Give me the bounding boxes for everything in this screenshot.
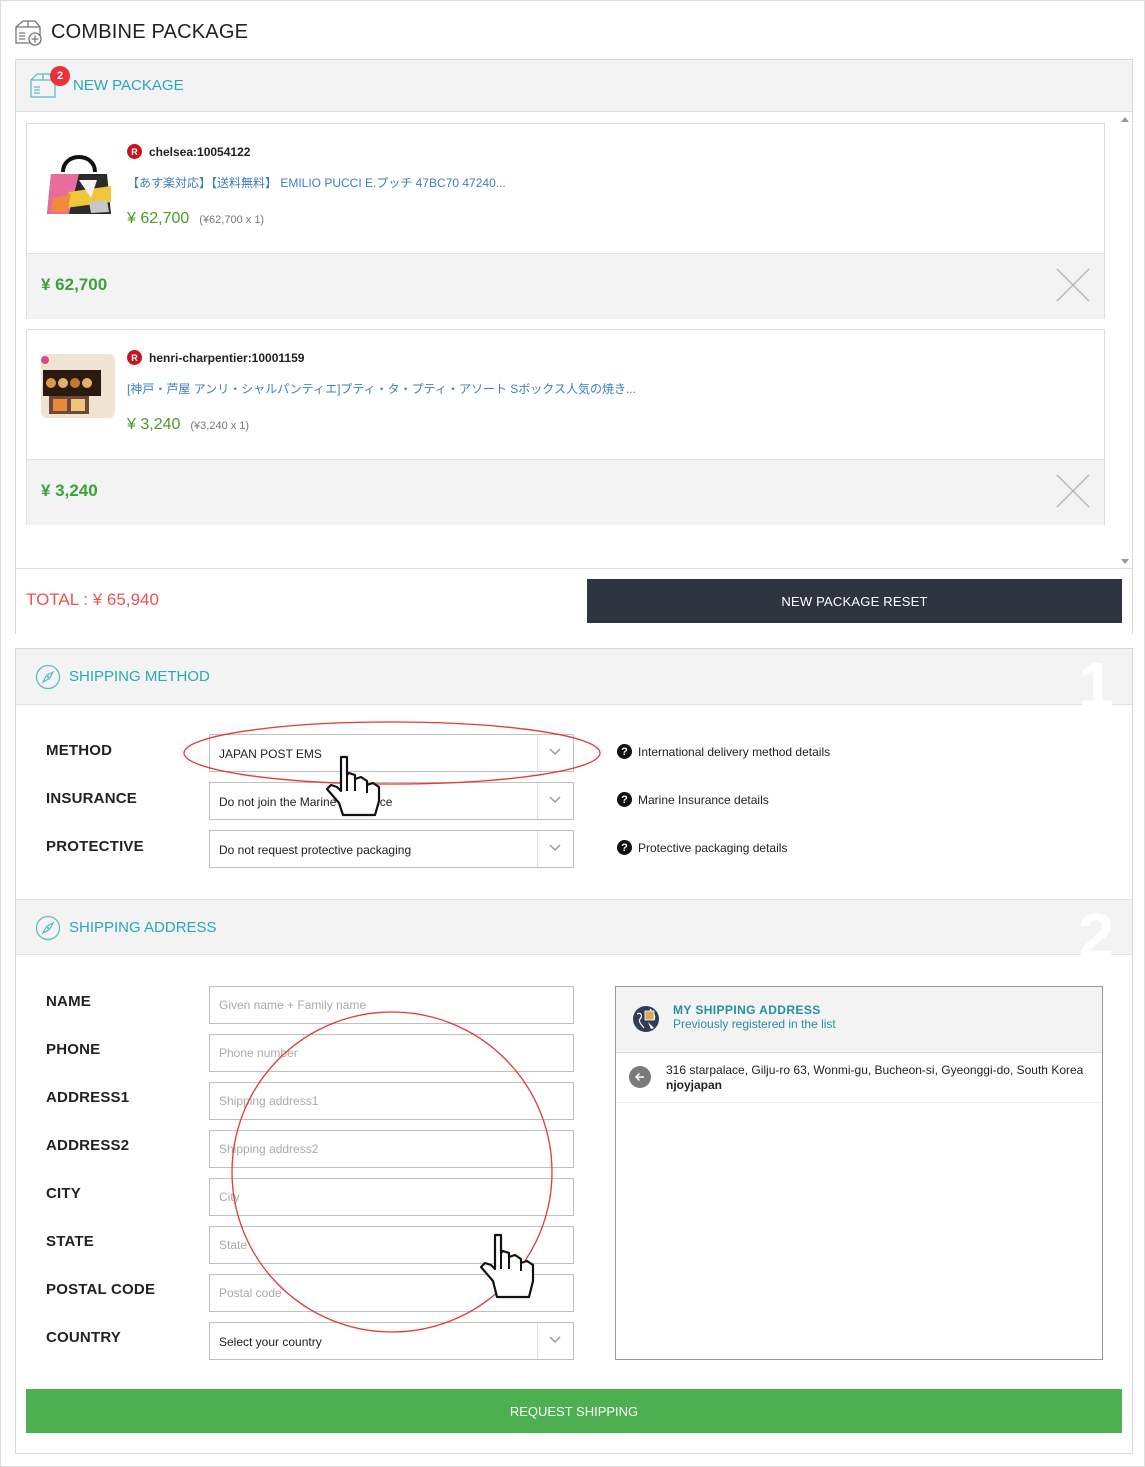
package-count-badge: 2	[50, 66, 70, 86]
help-text: Marine Insurance details	[638, 792, 769, 807]
saved-address-item[interactable]: 316 starpalace, Gilju-ro 63, Wonmi-gu, B…	[616, 1053, 1102, 1103]
product-thumbnail-sweets-box[interactable]	[39, 348, 119, 428]
protective-help-link[interactable]: ? Protective packaging details	[617, 840, 787, 855]
shipping-address-label: SHIPPING ADDRESS	[69, 919, 217, 936]
country-select-value: Select your country	[219, 1335, 322, 1349]
package-item-list[interactable]: R chelsea:10054122 【あす楽対応】【送料無料】 EMILIO …	[16, 113, 1132, 568]
page-frame: COMBINE PACKAGE 2 NEW PACKAGE R chelsea:…	[0, 0, 1145, 1467]
help-text: International delivery method details	[638, 744, 831, 759]
chevron-down-icon[interactable]	[537, 1323, 573, 1359]
item-subtotal-bar: ¥ 62,700	[27, 253, 1104, 319]
shop-id: chelsea:10054122	[149, 144, 251, 159]
chevron-down-icon[interactable]	[537, 831, 573, 867]
package-total: TOTAL : ¥ 65,940	[26, 590, 159, 609]
item-title-link[interactable]: 【あす楽対応】【送料無料】 EMILIO PUCCI E.プッチ 47BC70 …	[127, 174, 506, 191]
question-icon: ?	[617, 744, 632, 759]
chevron-down-icon[interactable]	[537, 783, 573, 819]
package-item-card: R chelsea:10054122 【あす楽対応】【送料無料】 EMILIO …	[26, 123, 1105, 319]
item-price-detail: (¥62,700 x 1)	[199, 214, 265, 226]
item-subtotal: ¥ 3,240	[41, 481, 98, 500]
arrow-left-icon[interactable]	[629, 1066, 651, 1088]
postal-code-label: POSTAL CODE	[46, 1281, 156, 1298]
remove-item-icon[interactable]	[1056, 268, 1090, 302]
insurance-select-value: Do not join the Marine Insurance	[219, 795, 393, 809]
package-item-card: R henri-charpentier:10001159 [神戸・芦屋 アンリ・…	[26, 329, 1105, 525]
address1-label: ADDRESS1	[46, 1089, 130, 1106]
list-scrollbar[interactable]	[1118, 113, 1132, 568]
new-package-reset-button[interactable]: NEW PACKAGE RESET	[587, 579, 1122, 623]
city-input[interactable]	[209, 1178, 574, 1216]
step-number: 1	[1078, 649, 1114, 721]
name-label: NAME	[46, 993, 91, 1010]
method-help-link[interactable]: ? International delivery method details	[617, 744, 830, 759]
shipping-panel: SHIPPING METHOD 1 METHOD JAPAN POST EMS …	[15, 648, 1133, 1454]
shop-line: R henri-charpentier:10001159	[127, 350, 304, 365]
address2-label: ADDRESS2	[46, 1137, 130, 1154]
city-label: CITY	[46, 1185, 81, 1202]
request-shipping-button[interactable]: REQUEST SHIPPING	[26, 1389, 1122, 1433]
shop-line: R chelsea:10054122	[127, 144, 250, 159]
new-package-label: NEW PACKAGE	[73, 77, 184, 94]
saved-address-text: 316 starpalace, Gilju-ro 63, Wonmi-gu, B…	[666, 1063, 1084, 1077]
address2-input[interactable]	[209, 1130, 574, 1168]
postal-code-input[interactable]	[209, 1274, 574, 1312]
country-label: COUNTRY	[46, 1329, 122, 1346]
my-address-subtitle: Previously registered in the list	[673, 1017, 836, 1031]
my-address-header: MY SHIPPING ADDRESS Previously registere…	[616, 987, 1102, 1053]
price-line: ¥ 62,700 (¥62,700 x 1)	[127, 210, 264, 228]
insurance-select[interactable]: Do not join the Marine Insurance	[209, 782, 574, 820]
scrollbar-thumb[interactable]	[1121, 127, 1129, 547]
item-subtotal: ¥ 62,700	[41, 275, 108, 294]
page-title-text: COMBINE PACKAGE	[51, 20, 249, 43]
my-address-title: MY SHIPPING ADDRESS	[673, 1003, 821, 1017]
method-select-value: JAPAN POST EMS	[219, 747, 322, 761]
name-input[interactable]	[209, 986, 574, 1024]
phone-label: PHONE	[46, 1041, 101, 1058]
new-package-footer: TOTAL : ¥ 65,940 NEW PACKAGE RESET	[16, 568, 1132, 634]
help-text: Protective packaging details	[638, 840, 788, 855]
page-title: COMBINE PACKAGE	[13, 16, 248, 48]
new-package-panel: 2 NEW PACKAGE R chelsea:10054122 【あす楽対応】…	[15, 59, 1133, 634]
rakuten-badge-icon: R	[127, 144, 142, 159]
state-label: STATE	[46, 1233, 94, 1250]
compass-icon	[35, 915, 61, 941]
saved-address-name: njoyjapan	[666, 1078, 723, 1092]
protective-select[interactable]: Do not request protective packaging	[209, 830, 574, 868]
protective-select-value: Do not request protective packaging	[219, 843, 412, 857]
item-subtotal-bar: ¥ 3,240	[27, 459, 1104, 525]
compass-icon	[35, 664, 61, 690]
step-number: 2	[1078, 900, 1114, 972]
scroll-up-arrow-icon[interactable]	[1121, 117, 1129, 122]
my-shipping-address-box: MY SHIPPING ADDRESS Previously registere…	[615, 986, 1103, 1360]
method-label: METHOD	[46, 742, 113, 759]
question-icon: ?	[617, 840, 632, 855]
globe-delivery-icon	[633, 1006, 659, 1032]
product-thumbnail-bag[interactable]	[39, 142, 119, 222]
remove-item-icon[interactable]	[1056, 474, 1090, 508]
state-input[interactable]	[209, 1226, 574, 1264]
phone-input[interactable]	[209, 1034, 574, 1072]
item-price-detail: (¥3,240 x 1)	[190, 420, 250, 432]
scroll-down-arrow-icon[interactable]	[1121, 559, 1129, 564]
address1-input[interactable]	[209, 1082, 574, 1120]
insurance-help-link[interactable]: ? Marine Insurance details	[617, 792, 769, 807]
protective-label: PROTECTIVE	[46, 838, 144, 855]
rakuten-badge-icon: R	[127, 350, 142, 365]
item-title-link[interactable]: [神戸・芦屋 アンリ・シャルパンティエ]プティ・タ・プティ・アソート Sボックス…	[127, 380, 636, 397]
item-price: ¥ 3,240	[127, 416, 181, 433]
country-select[interactable]: Select your country	[209, 1322, 574, 1360]
chevron-down-icon[interactable]	[537, 735, 573, 771]
new-package-header: 2 NEW PACKAGE	[16, 60, 1132, 112]
method-select[interactable]: JAPAN POST EMS	[209, 734, 574, 772]
insurance-label: INSURANCE	[46, 790, 137, 807]
item-price: ¥ 62,700	[127, 210, 190, 227]
price-line: ¥ 3,240 (¥3,240 x 1)	[127, 416, 249, 434]
shipping-address-header: SHIPPING ADDRESS 2	[16, 899, 1132, 968]
combine-package-icon	[15, 20, 42, 46]
shipping-method-label: SHIPPING METHOD	[69, 668, 210, 685]
question-icon: ?	[617, 792, 632, 807]
shipping-method-header: SHIPPING METHOD 1	[16, 649, 1132, 717]
shop-id: henri-charpentier:10001159	[149, 350, 305, 365]
